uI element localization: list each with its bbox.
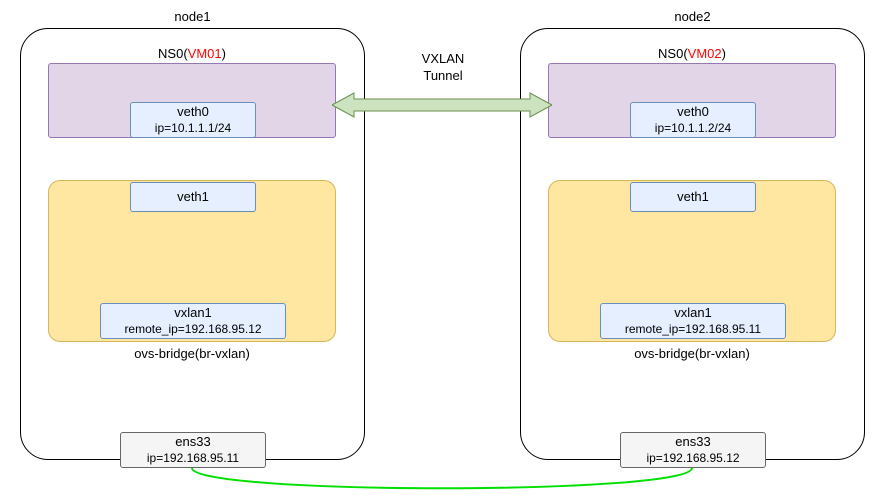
node1-veth1: veth1 bbox=[130, 182, 256, 212]
iface-name: ens33 bbox=[175, 434, 210, 450]
tunnel-label-line1: VXLAN bbox=[408, 51, 478, 68]
iface-name: ens33 bbox=[675, 434, 710, 450]
node2-ens33: ens33 ip=192.168.95.12 bbox=[620, 432, 766, 468]
ns0-suffix: ) bbox=[222, 46, 226, 61]
node1-ens33: ens33 ip=192.168.95.11 bbox=[120, 432, 266, 468]
iface-detail: ip=192.168.95.11 bbox=[147, 451, 239, 466]
iface-name: veth1 bbox=[177, 189, 209, 205]
ns0-prefix: NS0( bbox=[658, 46, 688, 61]
node1-vxlan1: vxlan1 remote_ip=192.168.95.12 bbox=[100, 303, 286, 339]
iface-detail: ip=192.168.95.12 bbox=[646, 451, 739, 466]
vm-name: VM02 bbox=[688, 46, 722, 61]
node1-ovs-caption: ovs-bridge(br-vxlan) bbox=[49, 346, 335, 361]
iface-detail: remote_ip=192.168.95.11 bbox=[625, 322, 761, 337]
node2-namespace-title: NS0(VM02) bbox=[549, 46, 835, 61]
vxlan-tunnel-arrow bbox=[332, 90, 552, 120]
iface-detail: ip=10.1.1.2/24 bbox=[655, 121, 731, 136]
vxlan-tunnel-label: VXLAN Tunnel bbox=[408, 51, 478, 85]
iface-name: veth0 bbox=[677, 104, 709, 120]
node2-veth0: veth0 ip=10.1.1.2/24 bbox=[630, 102, 756, 138]
node1-namespace-title: NS0(VM01) bbox=[49, 46, 335, 61]
tunnel-label-line2: Tunnel bbox=[408, 68, 478, 85]
iface-name: veth1 bbox=[677, 189, 709, 205]
iface-name: vxlan1 bbox=[174, 305, 212, 321]
iface-name: vxlan1 bbox=[674, 305, 712, 321]
node1-veth0: veth0 ip=10.1.1.1/24 bbox=[130, 102, 256, 138]
iface-name: veth0 bbox=[177, 104, 209, 120]
node2-ovs-caption: ovs-bridge(br-vxlan) bbox=[549, 346, 835, 361]
iface-detail: remote_ip=192.168.95.12 bbox=[124, 322, 261, 337]
vm-name: VM01 bbox=[188, 46, 222, 61]
node2-title: node2 bbox=[521, 9, 864, 24]
ns0-prefix: NS0( bbox=[158, 46, 188, 61]
ns0-suffix: ) bbox=[722, 46, 726, 61]
iface-detail: ip=10.1.1.1/24 bbox=[155, 121, 231, 136]
node1-title: node1 bbox=[21, 9, 364, 24]
node2-veth1: veth1 bbox=[630, 182, 756, 212]
node2-vxlan1: vxlan1 remote_ip=192.168.95.11 bbox=[600, 303, 786, 339]
diagram-canvas: node1 NS0(VM01) veth0 ip=10.1.1.1/24 ovs… bbox=[0, 0, 881, 501]
